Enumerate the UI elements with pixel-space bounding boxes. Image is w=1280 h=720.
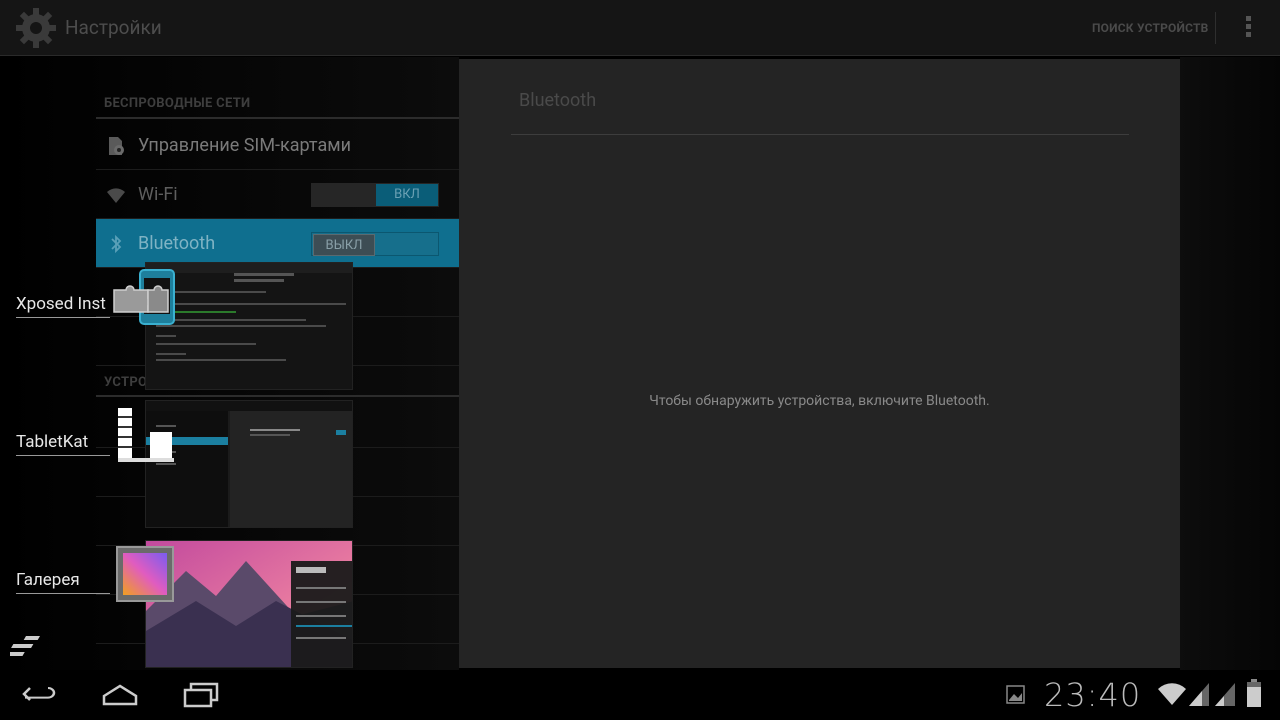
sim-card-icon bbox=[109, 137, 124, 155]
recent-app-label-tabletkat[interactable]: TabletKat bbox=[16, 432, 110, 456]
gallery-thumbnail-preview bbox=[146, 541, 352, 667]
section-header-device: УСТРО bbox=[104, 375, 148, 390]
detail-title: Bluetooth bbox=[519, 90, 597, 111]
recent-apps-button[interactable] bbox=[181, 682, 221, 708]
settings-item-label: Wi-Fi bbox=[138, 184, 178, 205]
wifi-icon bbox=[107, 188, 125, 203]
clock[interactable]: 23:40 bbox=[1044, 676, 1141, 714]
bluetooth-icon bbox=[111, 234, 122, 254]
bluetooth-toggle-state: ВЫКЛ bbox=[313, 234, 375, 256]
settings-item-sim-management[interactable]: Управление SIM-картами bbox=[96, 121, 459, 170]
search-devices-button[interactable]: ПОИСК УСТРОЙСТВ bbox=[1086, 12, 1214, 44]
recent-apps-dismiss-icon[interactable] bbox=[10, 636, 42, 660]
cell-signal-2-icon bbox=[1215, 683, 1235, 706]
home-button[interactable] bbox=[100, 682, 140, 708]
cell-signal-icon bbox=[1189, 683, 1209, 706]
wifi-toggle[interactable]: ВКЛ bbox=[311, 183, 439, 207]
bluetooth-off-message: Чтобы обнаружить устройства, включите Bl… bbox=[649, 393, 990, 409]
bluetooth-toggle[interactable]: ВЫКЛ bbox=[311, 232, 439, 256]
wifi-signal-icon bbox=[1158, 683, 1186, 705]
xposed-puzzle-icon bbox=[113, 269, 175, 325]
recent-app-label-gallery[interactable]: Галерея bbox=[16, 570, 110, 594]
overflow-menu-button[interactable] bbox=[1236, 14, 1260, 42]
wifi-toggle-state: ВКЛ bbox=[376, 184, 438, 206]
bluetooth-detail-pane: Bluetooth Чтобы обнаружить устройства, в… bbox=[459, 59, 1180, 668]
recent-app-thumbnail-gallery[interactable] bbox=[145, 540, 353, 668]
gallery-icon bbox=[116, 546, 174, 602]
action-bar-divider bbox=[1215, 12, 1216, 44]
battery-icon bbox=[1247, 679, 1261, 707]
settings-item-bluetooth[interactable]: Bluetooth ВЫКЛ bbox=[96, 219, 459, 268]
detail-divider bbox=[511, 134, 1129, 135]
page-title: Настройки bbox=[65, 16, 162, 39]
action-bar: Настройки ПОИСК УСТРОЙСТВ bbox=[0, 0, 1280, 56]
section-divider bbox=[96, 395, 459, 397]
tabletkat-icon bbox=[118, 408, 174, 462]
notification-image-icon[interactable] bbox=[1006, 685, 1025, 704]
settings-gear-icon[interactable] bbox=[14, 6, 58, 50]
section-header-wireless: БЕСПРОВОДНЫЕ СЕТИ bbox=[104, 96, 251, 111]
recent-app-thumbnail-tabletkat[interactable] bbox=[145, 400, 353, 528]
settings-item-wifi[interactable]: Wi-Fi ВКЛ bbox=[96, 170, 459, 219]
tabletkat-thumbnail-preview bbox=[146, 401, 352, 527]
section-divider bbox=[96, 117, 459, 119]
settings-item-label: Bluetooth bbox=[138, 233, 216, 254]
back-button[interactable] bbox=[20, 682, 60, 708]
navigation-bar: 23:40 bbox=[0, 670, 1280, 720]
recent-app-label-xposed[interactable]: Xposed Inst bbox=[16, 294, 110, 318]
background-edge bbox=[1180, 57, 1280, 670]
settings-item-label: Управление SIM-картами bbox=[138, 135, 351, 156]
screen: Настройки ПОИСК УСТРОЙСТВ БЕСПРОВОДНЫЕ С… bbox=[0, 0, 1280, 720]
